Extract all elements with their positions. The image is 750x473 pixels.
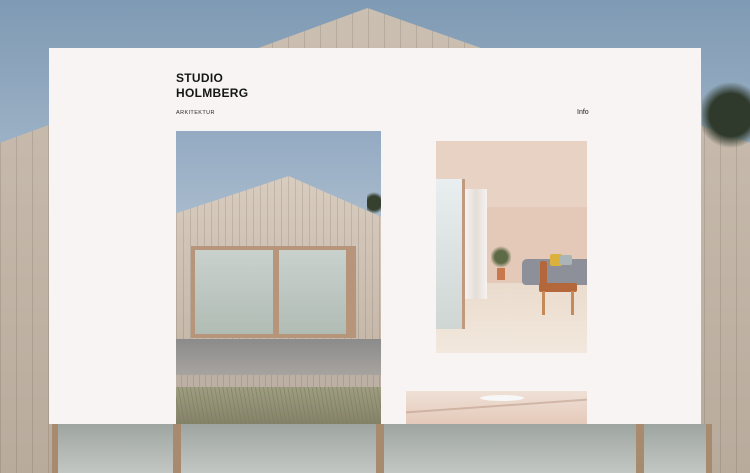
chair-leg [542,291,545,315]
terrace-deck [176,339,381,375]
logo-line-studio: STUDIO [176,71,224,85]
background-window [52,424,712,473]
info-link[interactable]: Info [577,109,589,116]
meadow-grass [176,387,381,424]
room-curtain [465,189,487,299]
room-window [436,179,465,329]
house-exterior-photo[interactable] [176,131,381,424]
site-logo[interactable]: STUDIO HOLMBERG [176,71,248,101]
chair-leg [571,291,574,315]
chair-back [540,261,547,285]
background-window-mullion [636,424,644,473]
potted-plant [491,245,511,269]
grey-pillow [560,255,572,265]
background-window-mullion [173,424,181,473]
content-panel: STUDIO HOLMBERG ARKITEKTUR Info [49,48,701,424]
logo-line-holmberg: HOLMBERG [176,86,249,100]
site-subtitle: ARKITEKTUR [176,110,215,116]
ceiling-fan [480,395,524,401]
interior-ceiling-photo[interactable] [406,391,587,424]
interior-living-room-photo[interactable] [436,141,587,353]
sliding-door-glass [279,250,346,334]
background-window-mullion [376,424,384,473]
sliding-door-glass [195,250,273,334]
plant-pot [497,268,505,280]
background-tree [702,70,750,160]
sliding-door-frame [191,246,356,338]
terrace-deck-edge [176,375,381,387]
